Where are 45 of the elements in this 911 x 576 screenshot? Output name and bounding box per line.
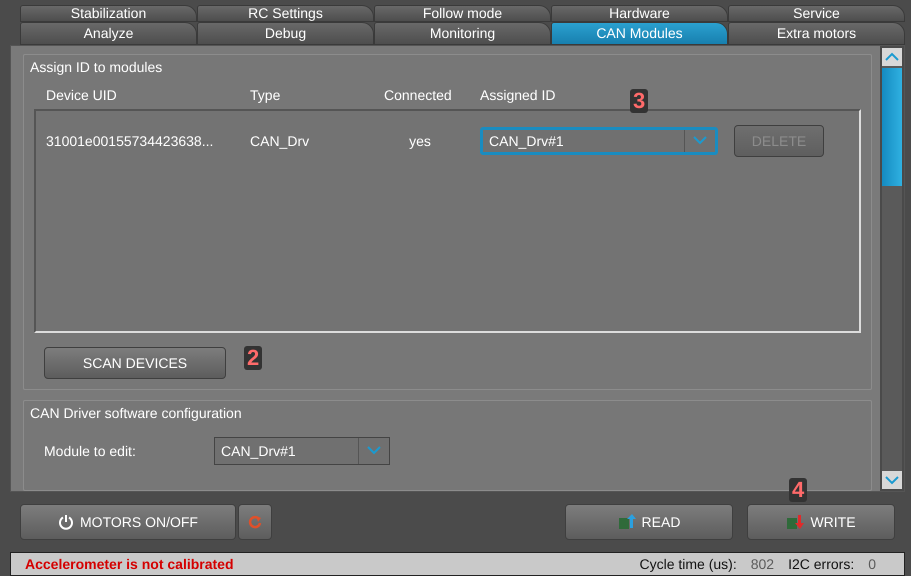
scan-devices-button[interactable]: SCAN DEVICES [44,346,226,379]
tab[interactable]: Hardware [551,5,728,22]
scrollbar[interactable] [880,46,904,492]
board-upload-icon [618,514,636,530]
tab[interactable]: Monitoring [374,22,551,45]
status-value: 802 [750,556,774,572]
tab[interactable]: CAN Modules [551,22,728,45]
annotation-number: 2 [244,346,262,370]
read-button[interactable]: READ [565,504,733,540]
tab[interactable]: Service [728,5,905,22]
group-title: Assign ID to modules [30,58,162,75]
status-label: I2C errors: [788,556,854,572]
column-header: Connected [384,86,453,103]
motors-button[interactable]: MOTORS ON/OFF [20,504,236,540]
tab[interactable]: Extra motors [728,22,905,45]
tab[interactable]: Analyze [20,22,197,45]
field-label: Module to edit: [43,442,137,459]
column-header: Type [250,86,282,103]
tab[interactable]: Stabilization [20,5,197,22]
scroll-down-icon[interactable] [882,471,902,490]
table-cell-text: CAN_Drv [250,132,310,149]
table-cell-text: 31001e00155734423638... [46,132,214,149]
dropdown-caret-icon [367,446,381,456]
tab[interactable]: Debug [197,22,374,45]
refresh-icon [248,514,262,530]
scroll-up-icon[interactable] [882,48,902,66]
status-message: Accelerometer is not calibrated [25,556,235,572]
status-value: 0 [868,556,876,572]
tab[interactable]: RC Settings [197,5,374,22]
annotation-number: 4 [789,478,808,502]
assigned-id-dropdown[interactable]: CAN_Drv#1 [480,126,718,155]
dropdown-caret-icon [693,136,707,146]
power-icon [58,514,74,530]
column-header: Assigned ID [480,86,556,103]
table-cell-text: yes [408,132,432,149]
annotation-number: 3 [630,88,648,113]
board-download-icon [786,514,804,530]
module-dropdown[interactable]: CAN_Drv#1 [214,436,390,465]
status-label: Cycle time (us): [639,556,737,572]
column-header: Device UID [46,86,118,103]
write-button[interactable]: WRITE [747,504,895,540]
tab[interactable]: Follow mode [374,5,551,22]
scroll-thumb[interactable] [882,68,902,186]
refresh-button[interactable] [238,504,272,540]
group-title: CAN Driver software configuration [30,404,242,421]
